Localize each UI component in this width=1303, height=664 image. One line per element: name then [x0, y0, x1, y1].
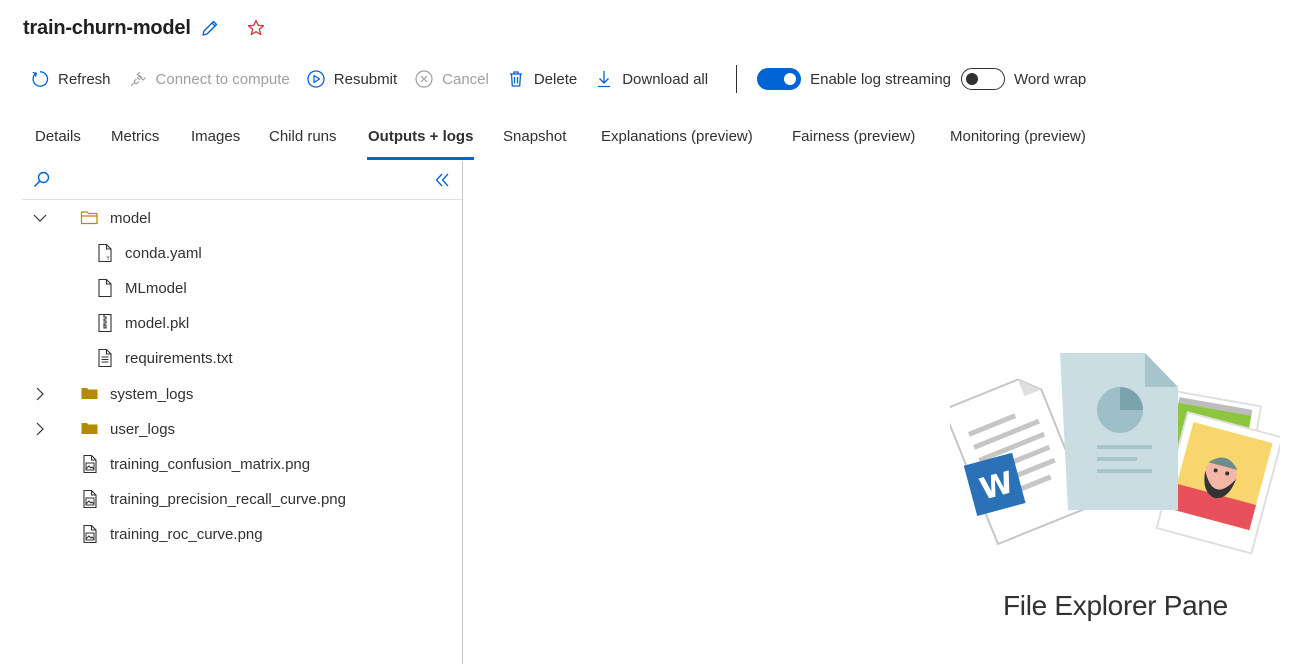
search-icon[interactable] [32, 170, 52, 195]
toolbar-divider [736, 65, 738, 93]
tab-bar: Details Metrics Images Child runs Output… [0, 122, 1303, 160]
tree-file-model-pkl[interactable]: model.pkl [22, 306, 462, 341]
cancel-button[interactable]: Cancel [414, 64, 489, 94]
tab-child-runs[interactable]: Child runs [269, 122, 337, 160]
collapse-pane-icon[interactable] [433, 170, 451, 195]
cancel-circle-icon [414, 69, 434, 89]
tab-explanations[interactable]: Explanations (preview) [601, 122, 753, 160]
plug-icon [128, 69, 148, 89]
tree-file-precision-recall[interactable]: training_precision_recall_curve.png [22, 482, 462, 517]
word-wrap-toggle[interactable]: Word wrap [961, 64, 1086, 94]
tab-monitoring[interactable]: Monitoring (preview) [950, 122, 1086, 160]
tree-file-roc-curve[interactable]: training_roc_curve.png [22, 517, 462, 552]
tree-folder-user-logs[interactable]: user_logs [22, 412, 462, 447]
tree-item-label: training_precision_recall_curve.png [110, 491, 346, 508]
empty-state-label: File Explorer Pane [1003, 590, 1228, 621]
file-explorer-illustration: W [942, 345, 1284, 560]
tree-item-label: user_logs [110, 421, 176, 438]
word-wrap-switch[interactable] [961, 68, 1006, 90]
tree-file-confusion-matrix[interactable]: training_confusion_matrix.png [22, 447, 462, 482]
word-wrap-label: Word wrap [1014, 70, 1087, 88]
yaml-file-icon: Y [95, 243, 115, 263]
image-file-icon [80, 524, 100, 544]
file-tree-pane: model Y conda.yaml MLmodel model.pkl req… [22, 161, 463, 664]
chevron-down-icon[interactable] [32, 210, 48, 226]
page-title: train-churn-model [23, 16, 191, 39]
title-row: train-churn-model [23, 14, 266, 42]
refresh-label: Refresh [58, 70, 111, 88]
chevron-right-icon[interactable] [32, 421, 48, 437]
tab-fairness[interactable]: Fairness (preview) [792, 122, 915, 160]
image-file-icon [80, 489, 100, 509]
file-icon [95, 278, 115, 298]
tree-item-label: model [110, 210, 151, 227]
tab-metrics[interactable]: Metrics [111, 122, 159, 160]
chevron-right-icon[interactable] [32, 386, 48, 402]
trash-icon [506, 69, 526, 89]
resubmit-button[interactable]: Resubmit [306, 64, 397, 94]
tree-item-label: training_roc_curve.png [110, 526, 263, 543]
favorite-star-icon[interactable] [246, 18, 266, 38]
tree-file-mlmodel[interactable]: MLmodel [22, 271, 462, 306]
resubmit-label: Resubmit [333, 70, 398, 88]
tree-file-conda-yaml[interactable]: Y conda.yaml [22, 236, 462, 271]
tree-item-label: requirements.txt [125, 350, 233, 367]
tab-details[interactable]: Details [35, 122, 81, 160]
zip-file-icon [95, 313, 115, 333]
log-streaming-label: Enable log streaming [810, 70, 952, 88]
folder-icon [80, 419, 100, 439]
file-tree-header [22, 161, 462, 200]
tree-folder-model[interactable]: model [22, 201, 462, 236]
tab-outputs-logs[interactable]: Outputs + logs [367, 122, 475, 160]
connect-to-compute-button[interactable]: Connect to compute [128, 64, 290, 94]
tree-item-label: model.pkl [125, 315, 190, 332]
tree-item-label: system_logs [110, 386, 194, 403]
folder-icon [80, 384, 100, 404]
refresh-button[interactable]: Refresh [30, 64, 111, 94]
download-all-button[interactable]: Download all [594, 64, 708, 94]
command-bar: Refresh Connect to compute Resubmit Canc… [30, 64, 1086, 94]
tab-images[interactable]: Images [191, 122, 240, 160]
delete-button[interactable]: Delete [506, 64, 577, 94]
cancel-label: Cancel [442, 70, 489, 88]
connect-label: Connect to compute [155, 70, 290, 88]
delete-label: Delete [533, 70, 578, 88]
tab-snapshot[interactable]: Snapshot [503, 122, 566, 160]
image-file-icon [80, 454, 100, 474]
tree-folder-system-logs[interactable]: system_logs [22, 377, 462, 412]
text-file-icon [95, 348, 115, 368]
download-all-label: Download all [622, 70, 709, 88]
play-circle-icon [306, 69, 326, 89]
tree-item-label: training_confusion_matrix.png [110, 456, 311, 473]
tree-item-label: MLmodel [125, 280, 187, 297]
download-icon [594, 69, 614, 89]
edit-pencil-icon[interactable] [200, 18, 220, 38]
tree-file-requirements-txt[interactable]: requirements.txt [22, 341, 462, 376]
log-streaming-switch[interactable] [757, 68, 802, 90]
folder-open-icon [80, 208, 100, 228]
refresh-icon [30, 69, 50, 89]
log-streaming-toggle[interactable]: Enable log streaming [757, 64, 951, 94]
tree-item-label: conda.yaml [125, 245, 202, 262]
